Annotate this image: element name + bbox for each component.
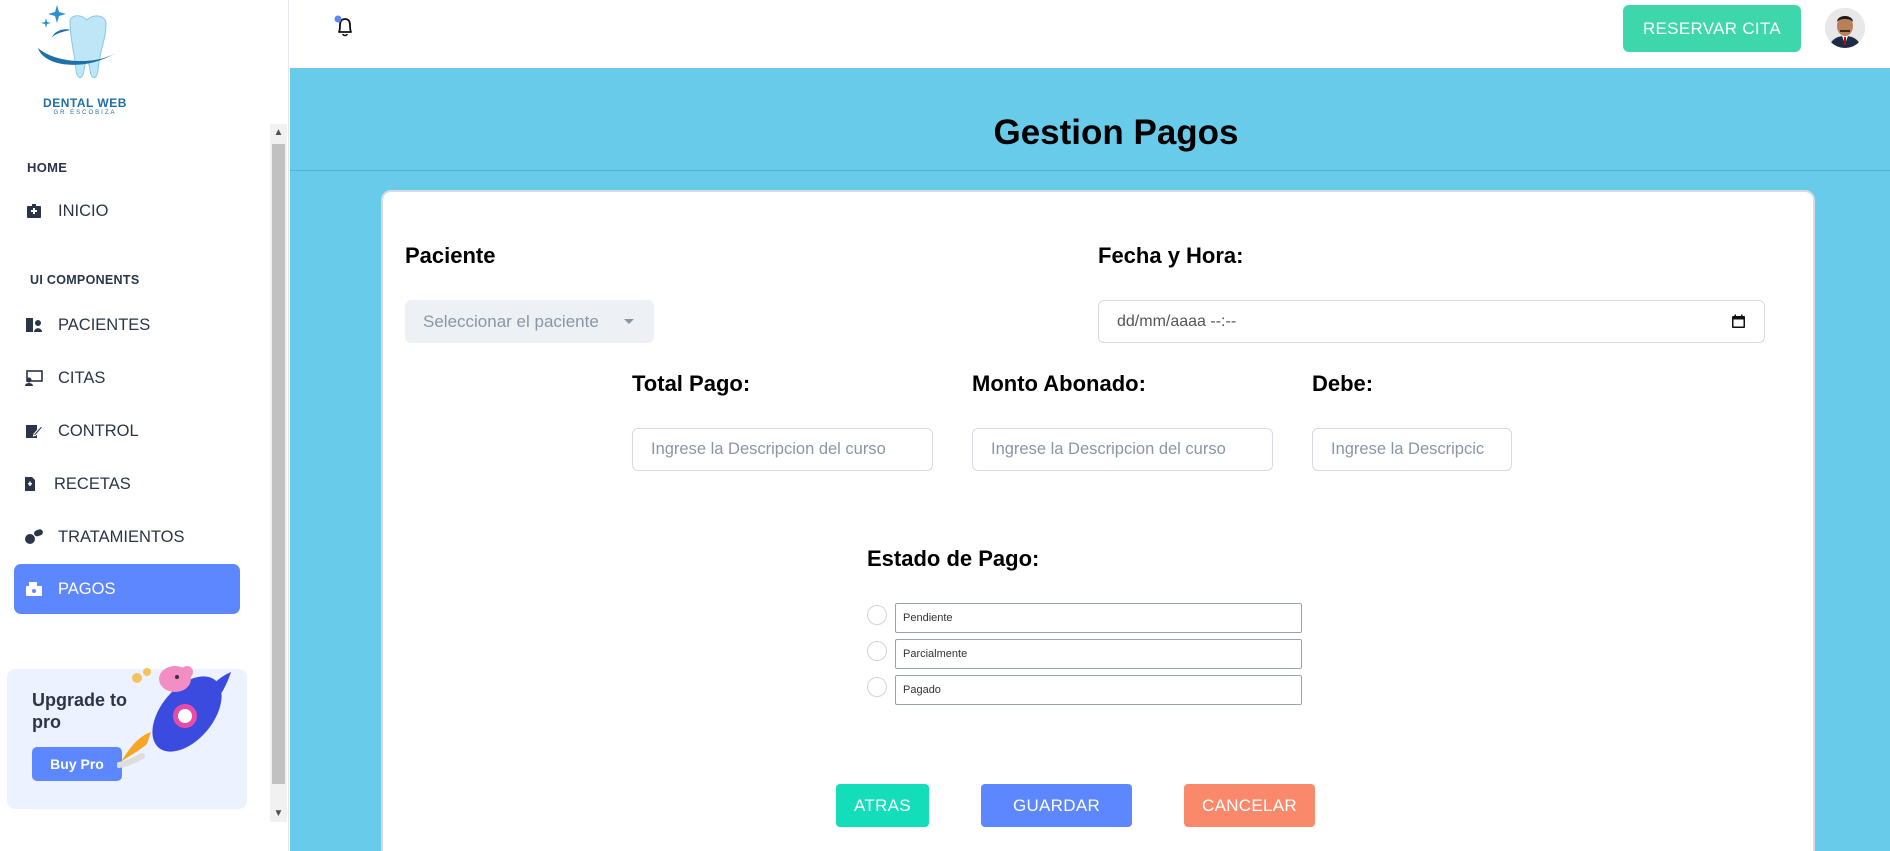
estado-option-parcialmente[interactable]: Parcialmente: [895, 639, 1302, 669]
debe-label: Debe:: [1312, 371, 1374, 396]
scroll-up-arrow-icon[interactable]: ▲: [270, 124, 287, 141]
sidebar-item-label: TRATAMIENTOS: [58, 527, 185, 546]
sidebar-item-label: RECETAS: [54, 474, 131, 493]
prescription-icon: [20, 474, 40, 494]
paciente-select[interactable]: Seleccionar el paciente: [405, 300, 654, 343]
page-title-bar: Gestion Pagos: [290, 68, 1890, 171]
sidebar-item-label: PAGOS: [58, 579, 116, 598]
upgrade-card: Upgrade to pro Buy Pro: [7, 666, 247, 809]
sidebar-scrollbar[interactable]: ▲ ▼: [270, 124, 287, 822]
rocket-illustration-icon: [117, 666, 231, 768]
radio-pendiente[interactable]: [867, 605, 887, 625]
radio-pagado[interactable]: [867, 677, 887, 697]
patient-icon: [24, 315, 44, 335]
sidebar-item-tratamientos[interactable]: TRATAMIENTOS: [14, 512, 240, 562]
estado-option-pendiente[interactable]: Pendiente: [895, 603, 1302, 633]
section-label-home: HOME: [27, 160, 68, 175]
estado-pago-label: Estado de Pago:: [867, 546, 1040, 571]
chevron-down-icon: [624, 319, 634, 324]
cancelar-button[interactable]: CANCELAR: [1184, 784, 1315, 827]
tooth-logo-icon: [38, 5, 120, 78]
brand-name: DENTAL WEB: [43, 96, 127, 110]
buy-pro-button[interactable]: Buy Pro: [32, 747, 122, 781]
sidebar-item-pagos[interactable]: PAGOS: [14, 564, 240, 614]
estado-option-pagado[interactable]: Pagado: [895, 675, 1302, 705]
user-avatar[interactable]: [1825, 8, 1865, 48]
debe-input[interactable]: Ingrese la Descripcic: [1312, 428, 1512, 471]
edit-file-icon: [24, 421, 44, 441]
monto-abonado-input[interactable]: Ingrese la Descripcion del curso: [972, 428, 1273, 471]
pills-icon: [24, 527, 44, 547]
radio-parcialmente[interactable]: [867, 641, 887, 661]
total-pago-input[interactable]: Ingrese la Descripcion del curso: [632, 428, 933, 471]
reservar-cita-button[interactable]: RESERVAR CITA: [1623, 5, 1801, 52]
sidebar-item-label: PACIENTES: [58, 315, 151, 334]
sidebar-item-control[interactable]: CONTROL: [14, 406, 240, 456]
scrollbar-thumb[interactable]: [272, 144, 285, 784]
fecha-hora-value: dd/mm/aaaa --:--: [1117, 312, 1237, 330]
sidebar-item-label: CONTROL: [58, 421, 139, 440]
guardar-button[interactable]: GUARDAR: [981, 784, 1132, 827]
monto-abonado-label: Monto Abonado:: [972, 371, 1146, 396]
paciente-label: Paciente: [405, 243, 496, 268]
sidebar-item-label: INICIO: [58, 201, 109, 220]
calendar-icon[interactable]: [1731, 314, 1746, 329]
sidebar-item-citas[interactable]: CITAS: [14, 353, 240, 403]
payment-form-card: Paciente Seleccionar el paciente Fecha y…: [381, 190, 1815, 851]
total-pago-label: Total Pago:: [632, 371, 751, 396]
top-header: RESERVAR CITA: [290, 0, 1890, 68]
paciente-select-placeholder: Seleccionar el paciente: [423, 311, 599, 331]
sidebar-item-pacientes[interactable]: PACIENTES: [14, 300, 240, 350]
notification-bell-icon[interactable]: [332, 14, 358, 40]
hospital-icon: [24, 201, 44, 221]
payment-icon: [24, 579, 44, 599]
page-title: Gestion Pagos: [993, 113, 1239, 152]
main-content: Gestion Pagos Paciente Seleccionar el pa…: [290, 68, 1890, 851]
appointment-icon: [24, 368, 44, 388]
sidebar-item-inicio[interactable]: INICIO: [14, 186, 240, 236]
brand-tagline: GR ESCOBIZA: [53, 110, 117, 116]
fecha-hora-label: Fecha y Hora:: [1098, 243, 1244, 268]
scroll-down-arrow-icon[interactable]: ▼: [270, 805, 287, 822]
atras-button[interactable]: ATRAS: [836, 784, 929, 827]
fecha-hora-input[interactable]: dd/mm/aaaa --:--: [1098, 300, 1765, 343]
sidebar: DENTAL WEB GR ESCOBIZA ▲ ▼ HOME INICIO U…: [0, 0, 289, 851]
sidebar-item-recetas[interactable]: RECETAS: [14, 459, 240, 509]
sidebar-item-label: CITAS: [58, 368, 106, 387]
dental-web-logo[interactable]: DENTAL WEB GR ESCOBIZA: [30, 0, 140, 120]
section-label-ui-components: UI COMPONENTS: [30, 273, 140, 287]
